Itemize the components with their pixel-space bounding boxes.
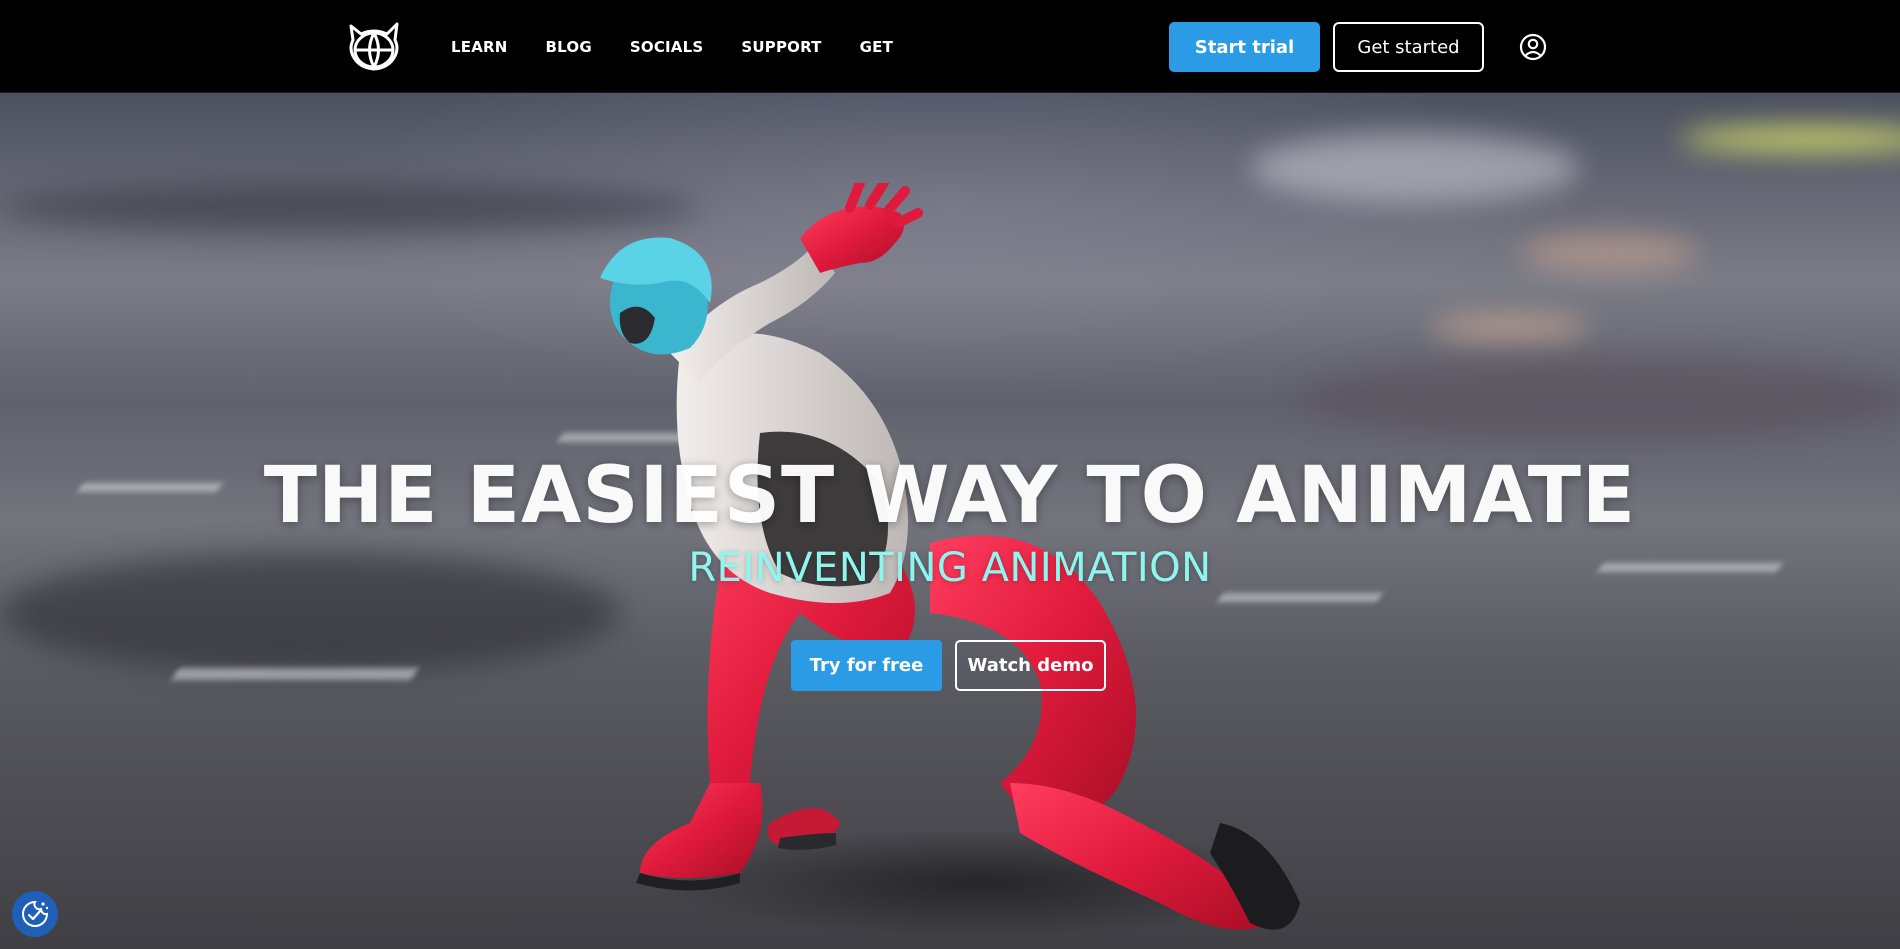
hero-section: THE EASIEST WAY TO ANIMATE REINVENTING A… (0, 93, 1900, 949)
nav-link-support[interactable]: SUPPORT (741, 38, 821, 56)
cookie-settings-button[interactable] (12, 891, 58, 937)
background-blur-highlight (1430, 313, 1590, 343)
try-for-free-button[interactable]: Try for free (791, 640, 942, 691)
cookie-settings-icon (22, 900, 49, 927)
top-navbar: LEARN BLOG SOCIALS SUPPORT GET Start tri… (0, 0, 1900, 93)
hero-subtitle: REINVENTING ANIMATION (688, 545, 1212, 591)
road-lane-marking (171, 668, 419, 680)
background-blur-highlight (0, 183, 700, 233)
watch-demo-button[interactable]: Watch demo (955, 640, 1106, 691)
background-blur-highlight (1300, 353, 1900, 443)
nav-link-blog[interactable]: BLOG (546, 38, 592, 56)
nav-link-get[interactable]: GET (860, 38, 893, 56)
background-blur-highlight (1520, 233, 1700, 273)
nav-link-socials[interactable]: SOCIALS (630, 38, 704, 56)
get-started-button[interactable]: Get started (1333, 22, 1484, 72)
nav-link-learn[interactable]: LEARN (451, 38, 508, 56)
nav-links: LEARN BLOG SOCIALS SUPPORT GET (451, 0, 931, 93)
hero-title: THE EASIEST WAY TO ANIMATE (263, 451, 1637, 541)
background-blur-highlight (1680, 128, 1900, 150)
user-account-icon[interactable] (1519, 33, 1547, 61)
cat-globe-logo-icon[interactable] (347, 22, 401, 72)
start-trial-button[interactable]: Start trial (1169, 22, 1320, 72)
